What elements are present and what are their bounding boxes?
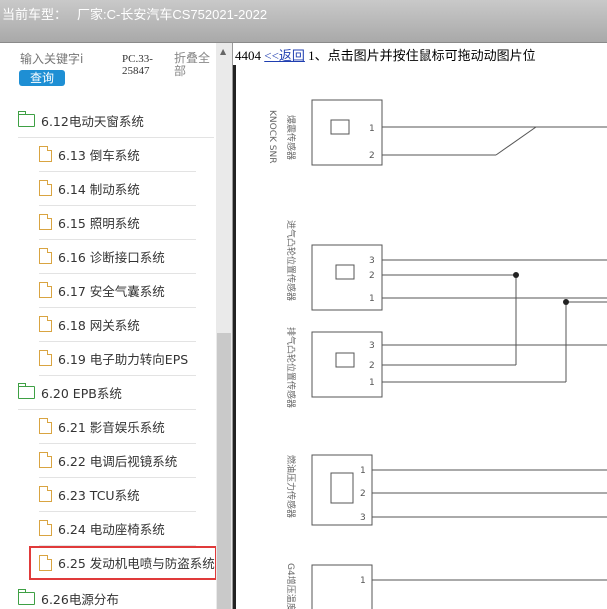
tree-item-6-20[interactable]: 6.20 EPB系统 bbox=[18, 375, 196, 410]
knock-sensor-english-label: KNOCK SNR bbox=[267, 110, 277, 163]
document-icon bbox=[39, 418, 52, 434]
wiring-diagram[interactable]: 1 2 3 2 1 3 2 1 1 2 3 1 KNOCK SNR 爆震传感器 … bbox=[236, 65, 607, 609]
tree-item-label: 6.23 TCU系统 bbox=[58, 487, 140, 503]
pin-label: 3 bbox=[369, 256, 375, 266]
content-header: 4404 <<返回 1、点击图片并按住鼠标可拖动动图片位 bbox=[235, 45, 536, 64]
tree-item-6-26[interactable]: 6.26电源分布 bbox=[18, 581, 214, 609]
tree-item-6-18[interactable]: 6.18 网关系统 bbox=[39, 307, 196, 342]
pin-label: 1 bbox=[369, 294, 375, 304]
tree-item-6-23[interactable]: 6.23 TCU系统 bbox=[39, 477, 196, 512]
tree-item-6-19[interactable]: 6.19 电子助力转向EPS bbox=[39, 341, 196, 376]
back-link[interactable]: <<返回 bbox=[264, 48, 305, 63]
tree-item-label: 6.19 电子助力转向EPS bbox=[58, 351, 189, 367]
document-icon bbox=[39, 520, 52, 536]
document-icon bbox=[39, 248, 52, 264]
intake-cam-sensor-label: 进气凸轮位置传感器 bbox=[285, 220, 297, 301]
sidebar: 查询 PC.33-25847 折叠全部 6.12电动天窗系统 6.13 倒车系统… bbox=[0, 43, 233, 609]
tree-item-label: 6.17 安全气囊系统 bbox=[58, 283, 165, 299]
vehicle-name: C-长安汽车CS752021-2022 bbox=[106, 7, 268, 22]
folder-icon bbox=[18, 382, 35, 399]
junction-dot bbox=[513, 272, 519, 278]
pin-label: 2 bbox=[369, 271, 375, 281]
manufacturer-label: 厂家: bbox=[77, 7, 107, 22]
vehicle-title: 当前车型： 厂家:C-长安汽车CS752021-2022 bbox=[2, 4, 267, 23]
tree-item-label: 6.26电源分布 bbox=[41, 591, 119, 607]
tree-item-label: 6.20 EPB系统 bbox=[41, 385, 122, 401]
document-icon bbox=[39, 350, 52, 366]
folder-icon bbox=[18, 110, 35, 127]
junction-dot bbox=[563, 299, 569, 305]
content-pane: 4404 <<返回 1、点击图片并按住鼠标可拖动动图片位 1 2 3 2 1 3… bbox=[233, 43, 607, 609]
exhaust-cam-sensor-label: 排气凸轮位置传感器 bbox=[285, 327, 297, 408]
tree-item-label: 6.21 影音娱乐系统 bbox=[58, 419, 165, 435]
document-icon bbox=[39, 180, 52, 196]
tree-item-6-17[interactable]: 6.17 安全气囊系统 bbox=[39, 273, 196, 308]
tree-item-label: 6.13 倒车系统 bbox=[58, 147, 140, 163]
pin-label: 3 bbox=[360, 513, 366, 523]
document-icon bbox=[39, 452, 52, 468]
tree-item-6-24[interactable]: 6.24 电动座椅系统 bbox=[39, 511, 196, 546]
vehicle-label: 当前车型： bbox=[2, 7, 68, 22]
tree-item-label: 6.24 电动座椅系统 bbox=[58, 521, 165, 537]
pin-label: 1 bbox=[360, 576, 366, 586]
tree-item-label: 6.25 发动机电喷与防盗系统 bbox=[58, 556, 215, 571]
tree-item-label: 6.12电动天窗系统 bbox=[41, 113, 144, 129]
knock-sensor-label: 爆震传感器 bbox=[285, 115, 297, 160]
tree-item-label: 6.18 网关系统 bbox=[58, 317, 140, 333]
search-area: 查询 PC.33-25847 折叠全部 bbox=[0, 43, 216, 93]
tree-item-6-12[interactable]: 6.12电动天窗系统 bbox=[18, 103, 214, 138]
tree-item-label: 6.15 照明系统 bbox=[58, 215, 140, 231]
document-icon bbox=[39, 214, 52, 230]
tree-item-6-13[interactable]: 6.13 倒车系统 bbox=[39, 137, 196, 172]
pc-code: PC.33-25847 bbox=[122, 53, 153, 77]
tree-item-label: 6.14 制动系统 bbox=[58, 181, 140, 197]
document-icon bbox=[39, 316, 52, 332]
tree-item-label: 6.22 电调后视镜系统 bbox=[58, 453, 178, 469]
tree-item-6-15[interactable]: 6.15 照明系统 bbox=[39, 205, 196, 240]
tree-item-6-22[interactable]: 6.22 电调后视镜系统 bbox=[39, 443, 196, 478]
tree-item-6-16[interactable]: 6.16 诊断接口系统 bbox=[39, 239, 196, 274]
pin-label: 1 bbox=[369, 378, 375, 388]
tree-item-6-25-selected[interactable]: 6.25 发动机电喷与防盗系统 bbox=[29, 546, 217, 580]
pin-label: 2 bbox=[369, 151, 375, 161]
search-input[interactable] bbox=[20, 51, 96, 67]
fold-all-button[interactable]: 折叠全部 bbox=[174, 52, 214, 78]
sidebar-scrollbar[interactable]: ▲ bbox=[216, 43, 232, 609]
pin-label: 2 bbox=[360, 489, 366, 499]
search-button[interactable]: 查询 bbox=[19, 70, 65, 86]
tree-item-6-14[interactable]: 6.14 制动系统 bbox=[39, 171, 196, 206]
tree-item-6-21[interactable]: 6.21 影音娱乐系统 bbox=[39, 409, 196, 444]
scrollbar-thumb[interactable] bbox=[217, 333, 231, 609]
g4-sensor-box bbox=[311, 564, 373, 609]
page-number: 4404 bbox=[235, 48, 261, 63]
scroll-up-arrow-icon[interactable]: ▲ bbox=[220, 47, 226, 56]
pin-label: 1 bbox=[360, 466, 366, 476]
pin-label: 3 bbox=[369, 341, 375, 351]
pin-label: 1 bbox=[369, 124, 375, 134]
folder-icon bbox=[18, 588, 35, 605]
document-icon bbox=[39, 554, 52, 571]
document-icon bbox=[39, 146, 52, 162]
g4-sensor-label: G4增压温度/ bbox=[285, 563, 297, 609]
document-icon bbox=[39, 282, 52, 298]
pin-label: 2 bbox=[369, 361, 375, 371]
document-icon bbox=[39, 486, 52, 502]
fuel-pressure-sensor-label: 燃油压力传感器 bbox=[285, 455, 297, 518]
title-bar: 当前车型： 厂家:C-长安汽车CS752021-2022 bbox=[0, 0, 607, 43]
instruction-text: 1、点击图片并按住鼠标可拖动动图片位 bbox=[308, 48, 536, 63]
knock-sensor-symbol bbox=[330, 119, 350, 135]
tree-item-label: 6.16 诊断接口系统 bbox=[58, 249, 165, 265]
